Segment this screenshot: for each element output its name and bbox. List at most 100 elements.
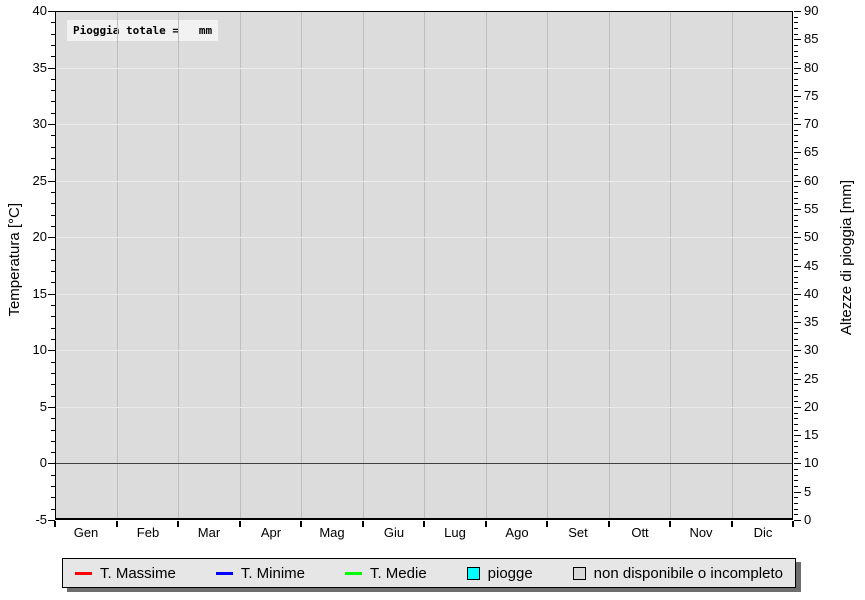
y-right-minor-tick [794,418,798,419]
y-right-major-tick [794,209,801,210]
total-rain-annotation: Pioggia totale = mm [67,20,218,41]
y-right-major-tick [794,492,801,493]
x-month-label: Ott [609,525,671,541]
grid-hline [56,237,792,238]
y-left-tick-label: 5 [0,399,47,415]
y-right-minor-tick [794,226,798,227]
y-left-minor-tick [51,328,55,329]
y-right-tick-label: 15 [804,427,838,443]
y-right-minor-tick [794,356,798,357]
legend-line-swatch-icon [75,572,92,575]
y-left-minor-tick [51,497,55,498]
legend-item-t-minime: T. Minime [216,565,305,582]
y-right-minor-tick [794,390,798,391]
y-left-minor-tick [51,486,55,487]
y-right-minor-tick [794,282,798,283]
y-left-tick-label: 40 [0,3,47,19]
x-month-label: Lug [424,525,486,541]
y-right-minor-tick [794,452,798,453]
y-left-major-tick [48,68,55,69]
y-right-tick-label: 50 [804,229,838,245]
y-right-minor-tick [794,413,798,414]
grid-vline [178,12,179,518]
y-left-minor-tick [51,339,55,340]
grid-hline [56,124,792,125]
y-right-minor-tick [794,475,798,476]
y-right-minor-tick [794,333,798,334]
legend-label: piogge [488,565,533,582]
y-right-minor-tick [794,384,798,385]
y-right-minor-tick [794,141,798,142]
grid-vline [424,12,425,518]
y-left-minor-tick [51,45,55,46]
y-left-minor-tick [51,396,55,397]
y-right-major-tick [794,124,801,125]
y-right-minor-tick [794,175,798,176]
y-right-minor-tick [794,34,798,35]
grid-vline [117,12,118,518]
legend-label: non disponibile o incompleto [594,565,783,582]
y-right-minor-tick [794,362,798,363]
y-left-tick-label: 20 [0,229,47,245]
y-right-tick-label: 75 [804,88,838,104]
y-left-major-tick [48,181,55,182]
y-left-minor-tick [51,169,55,170]
y-right-minor-tick [794,316,798,317]
y-left-tick-label: 35 [0,60,47,76]
y-right-major-tick [794,96,801,97]
y-left-tick-label: 15 [0,286,47,302]
y-left-minor-tick [51,101,55,102]
y-right-minor-tick [794,232,798,233]
legend: T. Massime T. Minime T. Medie piogge non dis… [62,558,796,588]
zero-axis-line [56,463,792,464]
y-right-tick-label: 90 [804,3,838,19]
y-left-minor-tick [51,475,55,476]
x-month-label: Apr [240,525,302,541]
legend-label: T. Medie [370,565,427,582]
y-right-major-tick [794,350,801,351]
y-right-minor-tick [794,271,798,272]
y-right-tick-label: 70 [804,116,838,132]
y-right-major-tick [794,181,801,182]
y-right-minor-tick [794,249,798,250]
legend-label: T. Massime [100,565,176,582]
y-left-minor-tick [51,362,55,363]
climate-chart: Pioggia totale = mm Temperatura [°C] Alt… [0,0,865,600]
right-axis-title: Altezze di pioggia [mm] [838,180,855,335]
y-right-minor-tick [794,51,798,52]
y-left-tick-label: -5 [0,512,47,528]
y-right-major-tick [794,435,801,436]
y-right-tick-label: 40 [804,286,838,302]
y-left-minor-tick [51,418,55,419]
y-right-tick-label: 20 [804,399,838,415]
y-left-minor-tick [51,260,55,261]
y-right-minor-tick [794,299,798,300]
grid-hline [56,350,792,351]
grid-vline [670,12,671,518]
y-left-major-tick [48,463,55,464]
y-right-minor-tick [794,288,798,289]
y-right-major-tick [794,11,801,12]
y-right-minor-tick [794,367,798,368]
legend-line-swatch-icon [345,572,362,575]
grid-hline [56,294,792,295]
y-right-minor-tick [794,486,798,487]
legend-item-t-massime: T. Massime [75,565,176,582]
y-left-tick-label: 0 [0,455,47,471]
legend-item-t-medie: T. Medie [345,565,427,582]
y-left-major-tick [48,350,55,351]
y-left-major-tick [48,124,55,125]
y-right-minor-tick [794,45,798,46]
y-right-minor-tick [794,339,798,340]
y-right-minor-tick [794,469,798,470]
y-right-minor-tick [794,147,798,148]
legend-box-swatch-icon [467,567,480,580]
grid-vline [301,12,302,518]
y-left-minor-tick [51,316,55,317]
y-right-minor-tick [794,118,798,119]
y-left-tick-label: 25 [0,173,47,189]
y-left-tick-label: 10 [0,342,47,358]
grid-vline [486,12,487,518]
y-right-minor-tick [794,113,798,114]
legend-item-non-disponibile-o-incompleto: non disponibile o incompleto [573,565,783,582]
